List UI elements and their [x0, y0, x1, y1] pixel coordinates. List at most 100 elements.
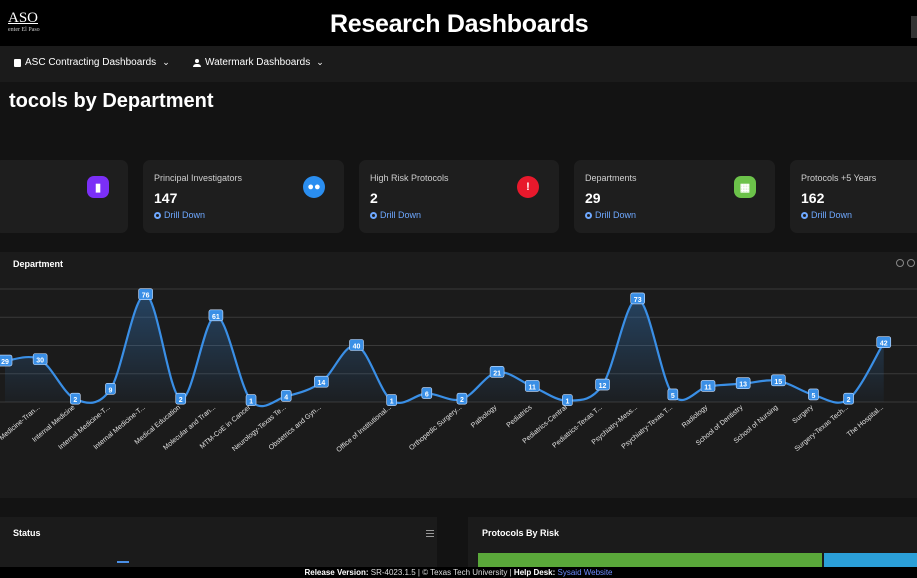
release-label: Release Version:: [304, 568, 369, 577]
drill-down-link[interactable]: Drill Down: [585, 210, 636, 220]
page: ASO enter El Paso Research Dashboards AS…: [0, 0, 917, 578]
data-label: 21: [493, 370, 501, 377]
data-label: 61: [212, 314, 220, 321]
data-label: 11: [704, 384, 712, 391]
card-value: 162: [801, 190, 825, 206]
data-label: 11: [529, 384, 537, 391]
stat-card-high-risk-protocols: High Risk Protocols 2 Drill Down !: [359, 160, 559, 233]
panel-title: Status: [13, 528, 41, 538]
header-right-control[interactable]: [911, 16, 917, 38]
users-icon: ●●: [303, 176, 325, 198]
series-area: [5, 294, 884, 407]
drill-down-label: Drill Down: [380, 210, 422, 220]
circle-icon: [801, 211, 808, 219]
drill-down-label: Drill Down: [164, 210, 206, 220]
data-label: 2: [179, 397, 183, 404]
stat-card-departments: Departments 29 Drill Down ▦: [574, 160, 775, 233]
category-tick-label: The Hospital...: [846, 404, 885, 438]
data-label: 12: [599, 383, 607, 390]
protocols-by-risk-panel: Protocols By Risk: [468, 517, 917, 567]
stat-card-protocols-5-years: Protocols +5 Years 162 Drill Down: [790, 160, 917, 233]
person-icon: [193, 58, 201, 67]
logo[interactable]: ASO enter El Paso: [8, 10, 40, 34]
category-tick-label: Family Medicine-Tran...: [0, 404, 41, 456]
chevron-down-icon: ⌄: [162, 57, 170, 67]
circle-icon: [370, 211, 377, 219]
card-label: Departments: [585, 173, 637, 183]
data-label: 42: [880, 341, 888, 348]
data-label: 1: [249, 399, 253, 406]
card-label: Principal Investigators: [154, 173, 243, 183]
drill-down-link[interactable]: Drill Down: [801, 210, 852, 220]
nav-label: ASC Contracting Dashboards: [25, 57, 157, 68]
card-value: 29: [585, 190, 601, 206]
alert-icon: !: [517, 176, 539, 198]
footer: Release Version: SR-4023.1.5 | © Texas T…: [0, 567, 917, 578]
data-label: 76: [142, 293, 150, 300]
stat-card-principal-investigators: Principal Investigators 147 Drill Down ●…: [143, 160, 344, 233]
risk-bar-segment[interactable]: [824, 553, 917, 567]
chevron-down-icon: ⌄: [316, 57, 324, 67]
data-label: 73: [634, 297, 642, 304]
nav-asc-contracting-dashboards[interactable]: ASC Contracting Dashboards ⌄: [14, 57, 170, 68]
app-title: Research Dashboards: [330, 10, 589, 38]
data-label: 2: [460, 397, 464, 404]
circle-icon: [585, 211, 592, 219]
header-bar: ASO enter El Paso Research Dashboards: [0, 0, 917, 46]
data-label: 6: [425, 392, 429, 399]
data-label: 5: [811, 393, 815, 400]
nav-watermark-dashboards[interactable]: Watermark Dashboards ⌄: [193, 57, 324, 68]
panel-title: Protocols By Risk: [482, 528, 560, 538]
logo-subtext: enter El Paso: [8, 27, 40, 33]
category-tick-label: Orthopedic Surgery...: [408, 404, 463, 452]
drill-down-link[interactable]: Drill Down: [154, 210, 205, 220]
status-chart-mark: [117, 561, 129, 563]
data-label: 15: [774, 379, 782, 386]
data-label: 13: [739, 382, 747, 389]
category-tick-label: Pathology: [470, 404, 499, 430]
release-value: SR-4023.1.5 | © Texas Tech University |: [370, 568, 512, 577]
card-value: 147: [154, 190, 178, 206]
building-icon: ▦: [734, 176, 756, 198]
category-tick-label: Radiology: [681, 404, 710, 430]
data-label: 40: [353, 344, 361, 351]
card-value: 2: [370, 190, 378, 206]
zoom-out-icon[interactable]: [907, 259, 915, 267]
data-label: 14: [317, 380, 325, 387]
drill-down-label: Drill Down: [595, 210, 637, 220]
document-icon: [14, 58, 21, 67]
chart-tools: [896, 259, 915, 267]
card-label: Protocols +5 Years: [801, 173, 877, 183]
data-label: 2: [847, 397, 851, 404]
page-title: tocols by Department: [9, 90, 214, 112]
department-line-chart: 29 302976261141440162211111273511 13 155242…: [0, 288, 917, 456]
data-label: 29: [1, 359, 9, 366]
data-label: 9: [108, 387, 112, 394]
stat-card-protocols: ▮: [0, 160, 128, 233]
card-label: High Risk Protocols: [370, 173, 449, 183]
category-tick-label: Office of Institutional...: [335, 404, 392, 454]
drill-down-link[interactable]: Drill Down: [370, 210, 421, 220]
menu-icon[interactable]: [426, 530, 434, 537]
data-label: 1: [565, 399, 569, 406]
category-tick-label: Pediatrics: [505, 404, 533, 429]
circle-icon: [154, 211, 161, 219]
nav-bar: ASC Contracting Dashboards ⌄ Watermark D…: [0, 46, 917, 82]
chart-title: Department: [13, 259, 64, 269]
book-icon: ▮: [87, 176, 109, 198]
zoom-in-icon[interactable]: [896, 259, 904, 267]
data-label: 5: [671, 393, 675, 400]
department-chart-panel: 29 30 2 9 76 2 61 1 4 14 40 1 6 2 21 11 1 12 73 5 11 13 15 5 2 42…: [0, 252, 917, 498]
data-label: 1: [390, 399, 394, 406]
data-label: 4: [284, 394, 288, 401]
risk-bar-segment[interactable]: [478, 553, 822, 567]
data-label: 30: [36, 358, 44, 365]
category-tick-label: Surgery: [791, 404, 815, 425]
help-desk-label: Help Desk:: [513, 568, 556, 577]
logo-text: ASO: [8, 10, 39, 26]
sysaid-website-link[interactable]: Sysaid Website: [558, 568, 613, 577]
data-label: 2: [73, 397, 77, 404]
status-panel: Status: [0, 517, 437, 567]
drill-down-label: Drill Down: [811, 210, 853, 220]
nav-label: Watermark Dashboards: [205, 57, 311, 68]
